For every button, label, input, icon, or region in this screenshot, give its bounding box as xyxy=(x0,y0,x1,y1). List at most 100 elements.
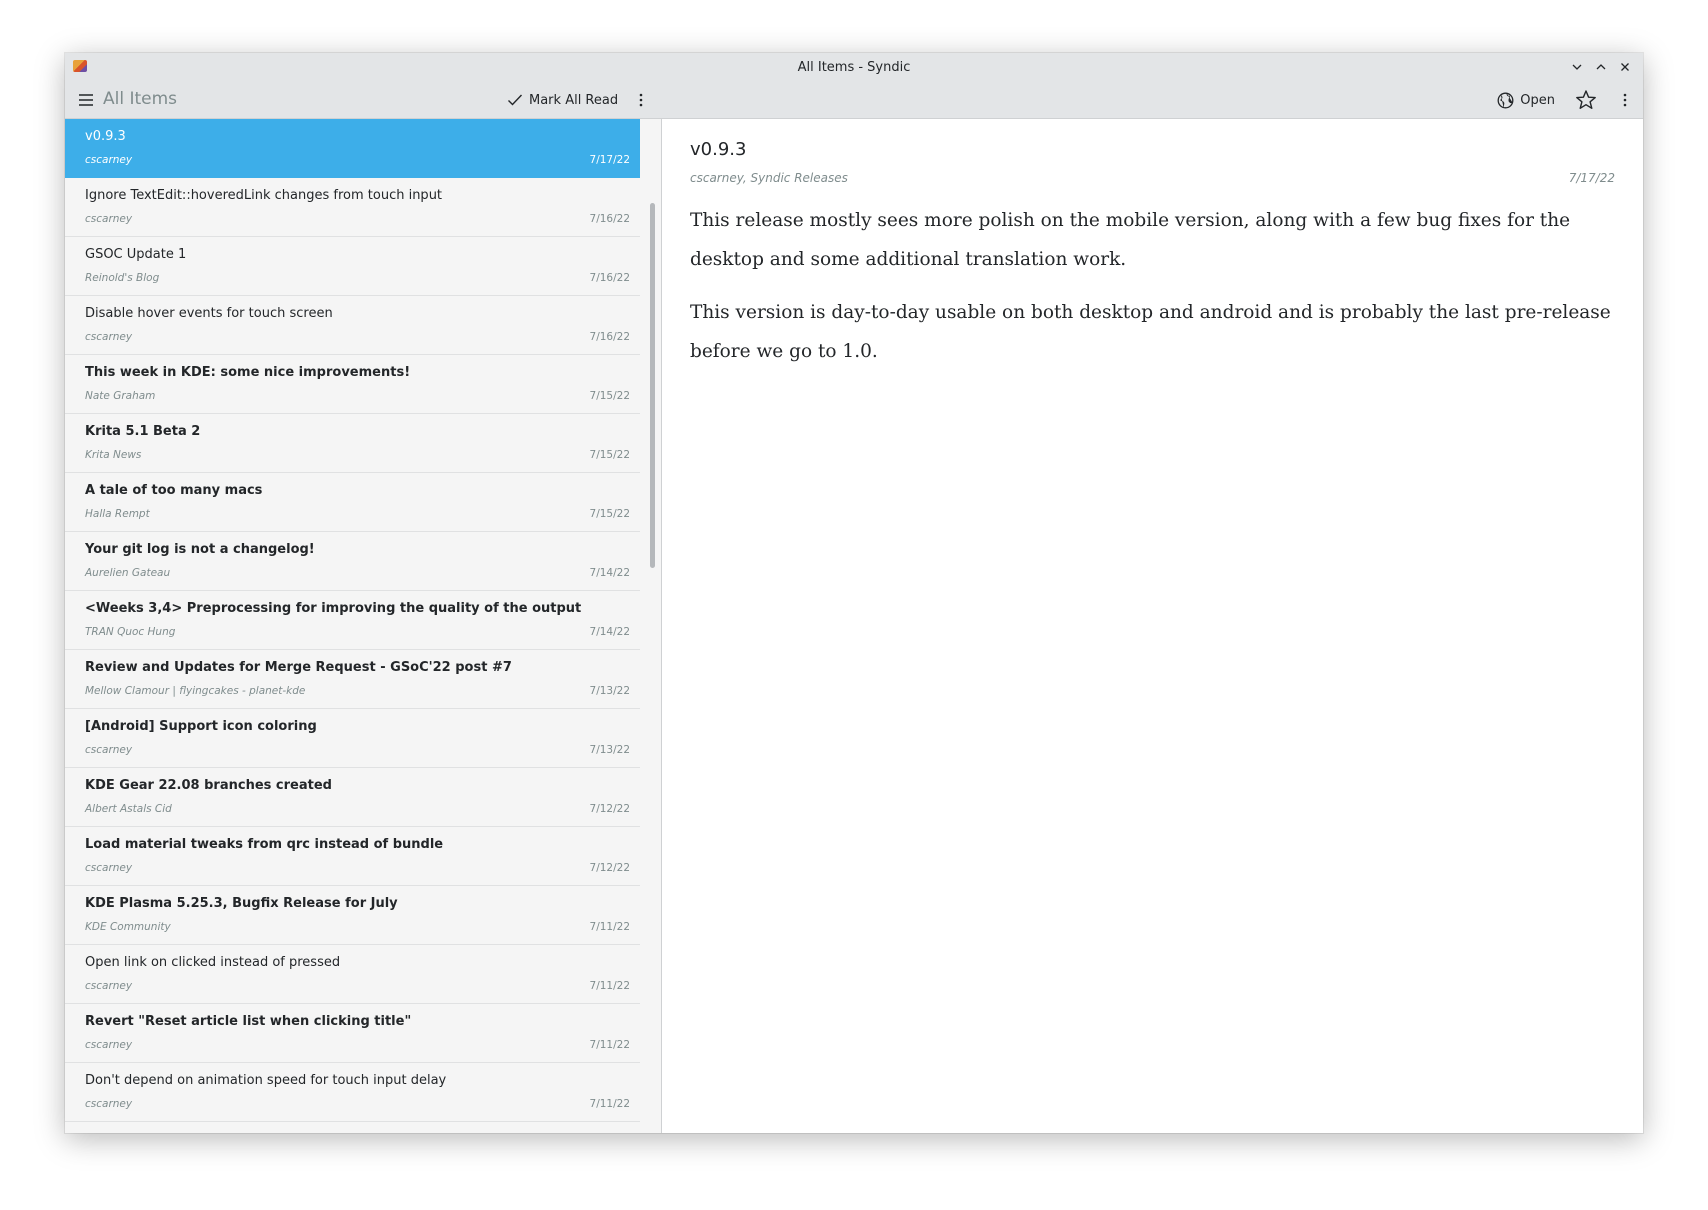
close-button[interactable] xyxy=(1613,53,1637,81)
list-item-title: Disable hover events for touch screen xyxy=(85,306,333,321)
close-icon xyxy=(1621,63,1629,71)
list-item-title: Ignore TextEdit::hoveredLink changes fro… xyxy=(85,188,443,203)
kebab-menu-icon xyxy=(639,93,643,107)
open-in-browser-button[interactable]: Open xyxy=(1491,88,1561,112)
list-item-author: cscarney xyxy=(85,980,133,992)
article-toolbar: Open xyxy=(662,81,1643,119)
list-item-author: Halla Rempt xyxy=(85,508,150,520)
list-item-title: Review and Updates for Merge Request - G… xyxy=(85,660,512,675)
list-item-author: cscarney xyxy=(85,154,133,166)
list-item[interactable]: KDE Plasma 5.25.3, Bugfix Release for Ju… xyxy=(65,886,640,945)
list-item-author: cscarney xyxy=(85,1098,133,1110)
list-item-title: GSOC Update 1 xyxy=(85,247,187,262)
list-item[interactable]: Load material tweaks from qrc instead of… xyxy=(65,827,640,886)
list-item-date: 7/16/22 xyxy=(589,213,630,225)
article-paragraph: This version is day-to-day usable on bot… xyxy=(690,302,1611,362)
article-overflow-menu-button[interactable] xyxy=(1615,88,1635,112)
list-item[interactable]: This week in KDE: some nice improvements… xyxy=(65,355,640,414)
list-item-author: Albert Astals Cid xyxy=(85,803,172,815)
list-item-title: KDE Plasma 5.25.3, Bugfix Release for Ju… xyxy=(85,896,398,911)
list-item[interactable]: Revert "Reset article list when clicking… xyxy=(65,1004,640,1063)
list-item-title: Revert "Reset article list when clicking… xyxy=(85,1014,412,1029)
checkmark-icon xyxy=(508,94,523,106)
list-item[interactable]: Krita 5.1 Beta 2 Krita News 7/15/22 xyxy=(65,414,640,473)
list-item-author: cscarney xyxy=(85,744,133,756)
chevron-down-icon xyxy=(1572,64,1582,70)
list-item-date: 7/16/22 xyxy=(589,331,630,343)
article-byline: cscarney, Syndic Releases xyxy=(690,171,848,185)
list-item-author: TRAN Quoc Hung xyxy=(85,626,176,638)
list-item-author: cscarney xyxy=(85,213,133,225)
minimize-button[interactable] xyxy=(1565,53,1589,81)
list-item-date: 7/11/22 xyxy=(589,1039,630,1051)
list-item-date: 7/13/22 xyxy=(589,685,630,697)
article-list-pane: v0.9.3cscarney 7/17/22Ignore TextEdit::ho… xyxy=(65,119,661,1133)
list-item-author: KDE Community xyxy=(85,921,171,933)
list-item-title: Load material tweaks from qrc instead of… xyxy=(85,837,444,852)
list-item-date: 7/13/22 xyxy=(589,744,630,756)
menu-button[interactable] xyxy=(75,89,97,111)
article-view: v0.9.3 cscarney, Syndic Releases 7/17/22… xyxy=(662,119,1643,1133)
list-item-date: 7/15/22 xyxy=(589,390,630,402)
open-button-label: Open xyxy=(1520,92,1555,108)
list-item-date: 7/17/22 xyxy=(589,154,630,166)
hamburger-menu-icon xyxy=(79,94,93,106)
list-item[interactable]: Your git log is not a changelog! Aurelien… xyxy=(65,532,640,591)
list-item-date: 7/15/22 xyxy=(589,449,630,461)
list-item-title: <Weeks 3,4> Preprocessing for improving … xyxy=(85,601,582,616)
list-item-title: Krita 5.1 Beta 2 xyxy=(85,424,201,439)
list-item-title: v0.9.3 xyxy=(85,129,126,144)
article-list: v0.9.3cscarney 7/17/22Ignore TextEdit::ho… xyxy=(65,119,640,1122)
mark-all-read-label: Mark All Read xyxy=(529,92,619,108)
list-item[interactable]: <Weeks 3,4> Preprocessing for improving … xyxy=(65,591,640,650)
title-bar: All Items - Syndic xyxy=(65,53,1643,81)
chevron-up-icon xyxy=(1596,64,1606,70)
list-item-date: 7/14/22 xyxy=(589,567,630,579)
list-item-date: 7/11/22 xyxy=(589,921,630,933)
app-icon xyxy=(73,60,87,72)
article-title: v0.9.3 xyxy=(690,139,747,160)
list-item[interactable]: Don't depend on animation speed for touc… xyxy=(65,1063,640,1122)
list-item-author: Krita News xyxy=(85,449,142,461)
page-title: All Items xyxy=(103,89,178,109)
window-controls xyxy=(1565,53,1637,81)
mark-all-read-button[interactable]: Mark All Read xyxy=(501,88,624,112)
article-body: This release mostly sees more polish on … xyxy=(690,201,1615,385)
list-item-author: Nate Graham xyxy=(85,390,156,402)
list-item[interactable]: Disable hover events for touch screen csc… xyxy=(65,296,640,355)
list-item-date: 7/16/22 xyxy=(589,272,630,284)
toolbar: All Items Mark All Read Open xyxy=(65,81,1643,119)
list-item[interactable]: GSOC Update 1 Reinold's Blog 7/16/22 xyxy=(65,237,640,296)
list-item-title: Open link on clicked instead of pressed xyxy=(85,955,341,970)
list-item[interactable]: [Android] Support icon coloring cscarney 7… xyxy=(65,709,640,768)
list-item-title: Don't depend on animation speed for touc… xyxy=(85,1073,447,1088)
list-item[interactable]: A tale of too many macs Halla Rempt 7/15/2… xyxy=(65,473,640,532)
list-item-date: 7/12/22 xyxy=(589,803,630,815)
maximize-button[interactable] xyxy=(1589,53,1613,81)
list-item[interactable]: v0.9.3 cscarney 7/17/22 xyxy=(65,119,640,178)
list-toolbar: All Items Mark All Read xyxy=(65,81,661,119)
list-scrollbar-thumb[interactable] xyxy=(650,203,655,568)
article-paragraph: This release mostly sees more polish on … xyxy=(690,210,1571,270)
list-overflow-menu-button[interactable] xyxy=(631,88,651,112)
list-item-date: 7/11/22 xyxy=(589,1098,630,1110)
list-item[interactable]: Review and Updates for Merge Request - G… xyxy=(65,650,640,709)
list-item-title: A tale of too many macs xyxy=(85,483,263,498)
list-item-date: 7/12/22 xyxy=(589,862,630,874)
star-button[interactable] xyxy=(1573,87,1599,113)
list-item-author: Mellow Clamour | flyingcakes - planet-kd… xyxy=(85,685,306,697)
list-item[interactable]: Ignore TextEdit::hoveredLink changes fro… xyxy=(65,178,640,237)
list-item-title: Your git log is not a changelog! xyxy=(85,542,315,557)
list-item[interactable]: Open link on clicked instead of pressed c… xyxy=(65,945,640,1004)
list-item-title: This week in KDE: some nice improvements… xyxy=(85,365,411,380)
list-item-date: 7/14/22 xyxy=(589,626,630,638)
list-item-author: cscarney xyxy=(85,1039,133,1051)
list-item-date: 7/11/22 xyxy=(589,980,630,992)
kebab-menu-icon xyxy=(1623,93,1627,107)
globe-icon xyxy=(1497,92,1514,108)
list-item-date: 7/15/22 xyxy=(589,508,630,520)
list-item[interactable]: KDE Gear 22.08 branches created Albert As… xyxy=(65,768,640,827)
star-icon xyxy=(1576,90,1596,109)
article-date: 7/17/22 xyxy=(1568,171,1615,185)
list-item-title: KDE Gear 22.08 branches created xyxy=(85,778,332,793)
